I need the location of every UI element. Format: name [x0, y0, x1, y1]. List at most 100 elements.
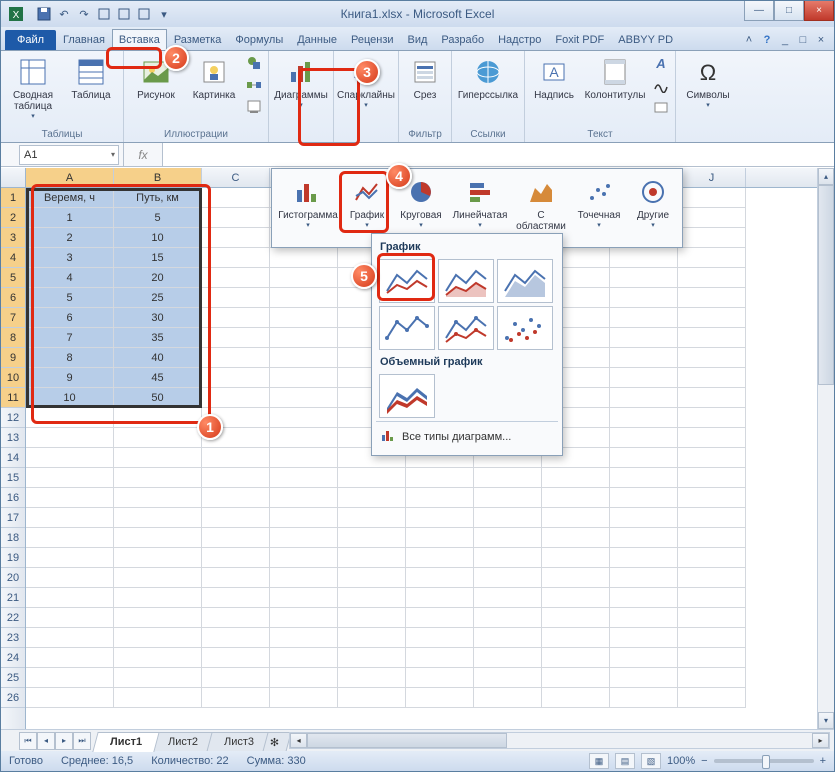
row-header-2[interactable]: 2	[1, 208, 25, 228]
line-subtype-5[interactable]	[438, 306, 494, 350]
cell-D20[interactable]	[270, 568, 338, 588]
cell-E20[interactable]	[338, 568, 406, 588]
row-header-24[interactable]: 24	[1, 648, 25, 668]
charts-button[interactable]: Диаграммы ▾	[273, 53, 329, 112]
tab-главная[interactable]: Главная	[56, 29, 112, 50]
horizontal-scrollbar[interactable]: ◂ ▸	[289, 732, 830, 749]
row-header-1[interactable]: 1	[1, 188, 25, 208]
cell-A1[interactable]: Веремя, ч	[26, 188, 114, 208]
cell-I22[interactable]	[610, 608, 678, 628]
cell-J5[interactable]	[678, 268, 746, 288]
cell-E21[interactable]	[338, 588, 406, 608]
cell-I11[interactable]	[610, 388, 678, 408]
cell-A15[interactable]	[26, 468, 114, 488]
cell-I20[interactable]	[610, 568, 678, 588]
cell-A7[interactable]: 6	[26, 308, 114, 328]
cell-J9[interactable]	[678, 348, 746, 368]
cell-F22[interactable]	[406, 608, 474, 628]
cell-C6[interactable]	[202, 288, 270, 308]
line-subtype-4[interactable]	[379, 306, 435, 350]
cell-C26[interactable]	[202, 688, 270, 708]
cell-D6[interactable]	[270, 288, 338, 308]
workbook-restore-icon[interactable]: □	[796, 33, 810, 47]
cell-A24[interactable]	[26, 648, 114, 668]
vertical-scrollbar[interactable]: ▴ ▾	[817, 168, 834, 729]
qat-btn-6[interactable]	[135, 5, 153, 23]
row-header-20[interactable]: 20	[1, 568, 25, 588]
tab-вид[interactable]: Вид	[401, 29, 435, 50]
cell-G21[interactable]	[474, 588, 542, 608]
cell-J14[interactable]	[678, 448, 746, 468]
row-header-23[interactable]: 23	[1, 628, 25, 648]
cell-G15[interactable]	[474, 468, 542, 488]
cell-H26[interactable]	[542, 688, 610, 708]
cell-E26[interactable]	[338, 688, 406, 708]
clipart-button[interactable]: Картинка	[186, 53, 242, 104]
row-header-19[interactable]: 19	[1, 548, 25, 568]
cell-J1[interactable]	[678, 188, 746, 208]
close-button[interactable]: ×	[804, 1, 834, 21]
cell-C16[interactable]	[202, 488, 270, 508]
cell-B12[interactable]	[114, 408, 202, 428]
cell-H21[interactable]	[542, 588, 610, 608]
cell-G16[interactable]	[474, 488, 542, 508]
cell-C24[interactable]	[202, 648, 270, 668]
cell-D14[interactable]	[270, 448, 338, 468]
cell-E22[interactable]	[338, 608, 406, 628]
cell-B3[interactable]: 10	[114, 228, 202, 248]
headerfooter-button[interactable]: Колонтитулы	[581, 53, 649, 104]
workbook-close-icon[interactable]: ×	[814, 33, 828, 47]
cell-G17[interactable]	[474, 508, 542, 528]
cell-I13[interactable]	[610, 428, 678, 448]
tab-рецензи[interactable]: Рецензи	[344, 29, 401, 50]
cell-F19[interactable]	[406, 548, 474, 568]
tab-foxit pdf[interactable]: Foxit PDF	[548, 29, 611, 50]
cell-E25[interactable]	[338, 668, 406, 688]
cell-D4[interactable]	[270, 248, 338, 268]
signature-button[interactable]	[651, 75, 671, 95]
chart-other-button[interactable]: Другие▾	[628, 173, 678, 243]
excel-icon[interactable]: X	[7, 5, 25, 23]
cell-D24[interactable]	[270, 648, 338, 668]
object-button[interactable]	[651, 97, 671, 117]
cell-D11[interactable]	[270, 388, 338, 408]
cell-I21[interactable]	[610, 588, 678, 608]
cell-B16[interactable]	[114, 488, 202, 508]
cell-I24[interactable]	[610, 648, 678, 668]
cell-I6[interactable]	[610, 288, 678, 308]
cell-J26[interactable]	[678, 688, 746, 708]
line-subtype-1[interactable]	[379, 259, 435, 303]
cell-F16[interactable]	[406, 488, 474, 508]
cell-A8[interactable]: 7	[26, 328, 114, 348]
cell-C17[interactable]	[202, 508, 270, 528]
cell-I10[interactable]	[610, 368, 678, 388]
cell-B17[interactable]	[114, 508, 202, 528]
cell-B5[interactable]: 20	[114, 268, 202, 288]
cell-B26[interactable]	[114, 688, 202, 708]
cell-I19[interactable]	[610, 548, 678, 568]
table-button[interactable]: Таблица	[63, 53, 119, 104]
cell-D21[interactable]	[270, 588, 338, 608]
row-header-21[interactable]: 21	[1, 588, 25, 608]
cell-C10[interactable]	[202, 368, 270, 388]
cell-J18[interactable]	[678, 528, 746, 548]
sheet-next-button[interactable]: ▸	[55, 732, 73, 750]
cell-H22[interactable]	[542, 608, 610, 628]
chart-histogram-button[interactable]: Гистограмма▾	[276, 173, 340, 243]
select-all-corner[interactable]	[1, 168, 26, 188]
cell-J15[interactable]	[678, 468, 746, 488]
line-subtype-3[interactable]	[497, 259, 553, 303]
cell-C21[interactable]	[202, 588, 270, 608]
name-box[interactable]: A1	[19, 145, 119, 165]
cell-A26[interactable]	[26, 688, 114, 708]
cell-C23[interactable]	[202, 628, 270, 648]
cell-C22[interactable]	[202, 608, 270, 628]
cell-I25[interactable]	[610, 668, 678, 688]
line-3d-subtype[interactable]	[379, 374, 435, 418]
row-header-5[interactable]: 5	[1, 268, 25, 288]
qat-btn-4[interactable]	[95, 5, 113, 23]
row-header-22[interactable]: 22	[1, 608, 25, 628]
sheet-last-button[interactable]: ⏭	[73, 732, 91, 750]
shapes-button[interactable]	[244, 53, 264, 73]
cell-E15[interactable]	[338, 468, 406, 488]
